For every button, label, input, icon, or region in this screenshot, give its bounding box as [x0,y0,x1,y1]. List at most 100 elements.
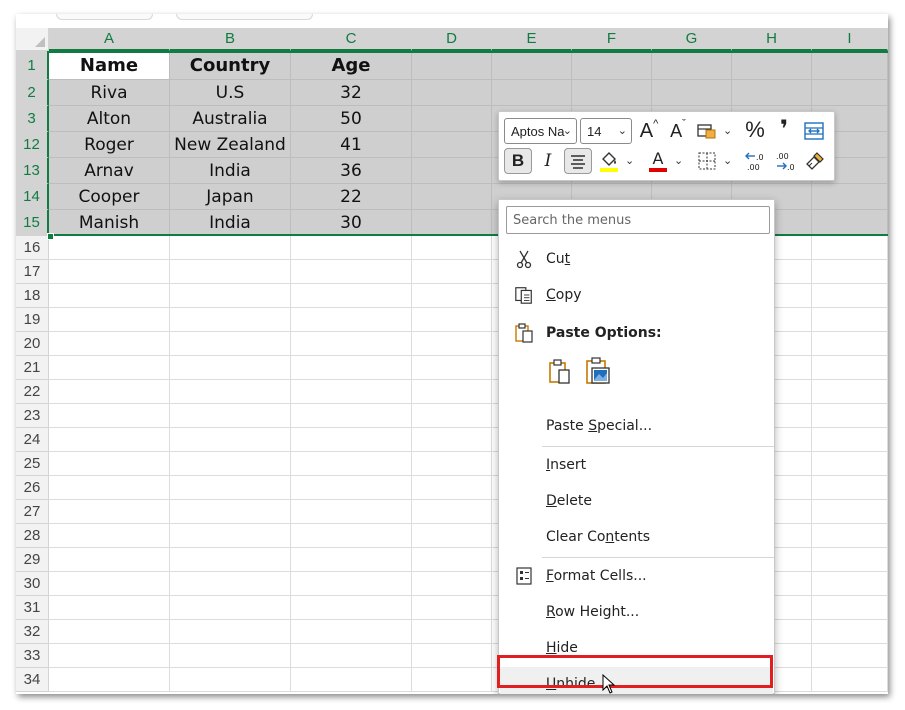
cell-b25[interactable] [170,452,291,476]
cell-d26[interactable] [412,476,492,500]
format-painter-button[interactable] [803,148,827,174]
cell-a27[interactable] [49,500,170,524]
cell-a32[interactable] [49,620,170,644]
number-format-button[interactable] [695,118,719,144]
cell-b17[interactable] [170,260,291,284]
cell-d17[interactable] [412,260,492,284]
cell-a23[interactable] [49,404,170,428]
cell-a28[interactable] [49,524,170,548]
cell-i33[interactable] [812,644,888,668]
cell-a16[interactable] [49,236,170,260]
cell-b13[interactable]: India [170,158,291,184]
cell-c15[interactable]: 30 [291,210,412,236]
cell-a14[interactable]: Cooper [49,184,170,210]
italic-button[interactable]: I [536,148,560,174]
cell-i14[interactable] [812,184,888,210]
cell-b23[interactable] [170,404,291,428]
cell-b15[interactable]: India [170,210,291,236]
cell-d22[interactable] [412,380,492,404]
cell-c21[interactable] [291,356,412,380]
cell-c33[interactable] [291,644,412,668]
row-header-1[interactable]: 1 [16,51,49,80]
row-header-22[interactable]: 22 [16,380,49,404]
chevron-down-icon[interactable]: ⌄ [723,154,732,167]
cell-b14[interactable]: Japan [170,184,291,210]
cell-i22[interactable] [812,380,888,404]
decrease-decimal-button[interactable]: .00 .0 [772,148,798,174]
cell-c20[interactable] [291,332,412,356]
row-header-16[interactable]: 16 [16,236,49,260]
cell-c30[interactable] [291,572,412,596]
row-header-19[interactable]: 19 [16,308,49,332]
cell-e2[interactable] [492,80,572,106]
cell-a29[interactable] [49,548,170,572]
cell-c16[interactable] [291,236,412,260]
cell-a20[interactable] [49,332,170,356]
cell-a18[interactable] [49,284,170,308]
cell-a22[interactable] [49,380,170,404]
menu-item-insert[interactable]: Insert [500,448,773,482]
bold-button[interactable]: B [504,148,532,174]
row-header-27[interactable]: 27 [16,500,49,524]
cell-b22[interactable] [170,380,291,404]
cell-d14[interactable] [412,184,492,210]
cell-b32[interactable] [170,620,291,644]
cell-a33[interactable] [49,644,170,668]
font-name-dropdown[interactable]: Aptos Na ⌄ [504,118,577,144]
cell-d23[interactable] [412,404,492,428]
cell-i16[interactable] [812,236,888,260]
cell-a25[interactable] [49,452,170,476]
cell-c22[interactable] [291,380,412,404]
cell-c2[interactable]: 32 [291,80,412,106]
cell-b31[interactable] [170,596,291,620]
cell-c13[interactable]: 36 [291,158,412,184]
cell-b24[interactable] [170,428,291,452]
borders-button[interactable] [695,148,719,174]
cell-f2[interactable] [572,80,652,106]
cell-b20[interactable] [170,332,291,356]
cell-c26[interactable] [291,476,412,500]
menu-item-row-height[interactable]: Row Height... [500,595,773,629]
cell-b26[interactable] [170,476,291,500]
cell-i21[interactable] [812,356,888,380]
cell-h2[interactable] [732,80,812,106]
cell-d24[interactable] [412,428,492,452]
cell-c29[interactable] [291,548,412,572]
cell-i17[interactable] [812,260,888,284]
cell-c27[interactable] [291,500,412,524]
cell-i18[interactable] [812,284,888,308]
cell-a13[interactable]: Arnav [49,158,170,184]
cell-d3[interactable] [412,106,492,132]
cell-g1[interactable] [652,51,732,80]
cell-a17[interactable] [49,260,170,284]
percent-style-button[interactable]: % [743,117,767,143]
cell-i1[interactable] [812,51,888,80]
paste-picture-button[interactable] [584,356,612,386]
select-all-corner[interactable] [16,28,49,51]
row-header-3[interactable]: 3 [16,106,49,132]
cell-i29[interactable] [812,548,888,572]
column-header-d[interactable]: D [412,28,492,51]
cell-i26[interactable] [812,476,888,500]
cell-d28[interactable] [412,524,492,548]
row-header-14[interactable]: 14 [16,184,49,210]
menu-search-input[interactable]: Search the menus [506,206,770,234]
cell-c18[interactable] [291,284,412,308]
menu-item-unhide[interactable]: Unhide [500,667,773,694]
merge-center-button[interactable] [802,118,826,144]
comma-style-button[interactable]: ❜ [774,116,794,143]
cell-d29[interactable] [412,548,492,572]
cell-a3[interactable]: Alton [49,106,170,132]
row-header-20[interactable]: 20 [16,332,49,356]
column-header-h[interactable]: H [732,28,812,51]
shrink-font-button[interactable]: Aˇ [666,118,690,144]
cell-d15[interactable] [412,210,492,236]
cell-a30[interactable] [49,572,170,596]
increase-decimal-button[interactable]: .0 .00 [743,148,769,174]
cell-g2[interactable] [652,80,732,106]
cell-d16[interactable] [412,236,492,260]
cell-i15[interactable] [812,210,888,236]
column-header-g[interactable]: G [652,28,732,51]
cell-b3[interactable]: Australia [170,106,291,132]
cell-b2[interactable]: U.S [170,80,291,106]
